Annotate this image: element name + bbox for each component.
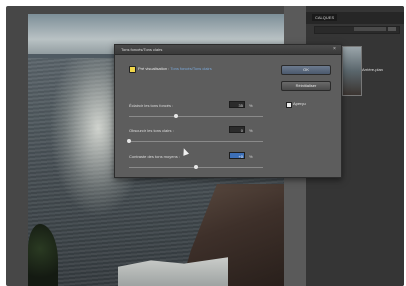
highlights-slider-knob[interactable] — [127, 139, 131, 143]
layer-name[interactable]: Arrière-plan — [362, 67, 383, 72]
shadows-highlights-dialog: Tons foncés/Tons clairs × Pré visualisat… — [114, 44, 342, 178]
preview-link[interactable]: Tons foncés/Tons clairs — [170, 66, 211, 71]
midtone-slider-track[interactable] — [129, 165, 263, 169]
tab-layers[interactable]: CALQUES — [312, 14, 338, 21]
dialog-title: Tons foncés/Tons clairs — [121, 47, 163, 52]
blend-mode-dropdown[interactable] — [354, 27, 386, 31]
shadows-label: Éclaircir les tons foncés : — [129, 103, 174, 108]
highlights-value-input[interactable]: 0 — [229, 126, 245, 133]
highlights-slider-track[interactable] — [127, 139, 263, 143]
preview-text: Pré visualisation : — [138, 66, 171, 71]
preview-toggle-checkbox[interactable] — [286, 102, 292, 108]
preview-toggle-label: Aperçu — [293, 101, 306, 106]
midtone-label: Contraste des tons moyens : — [129, 154, 180, 159]
shadows-slider-track[interactable] — [129, 114, 263, 118]
ok-button[interactable]: OK — [281, 65, 331, 75]
close-icon[interactable]: × — [332, 47, 337, 52]
preview-checkbox[interactable] — [129, 66, 136, 73]
midtone-unit: % — [249, 154, 253, 159]
highlights-unit: % — [249, 128, 253, 133]
preview-label: Pré visualisation : Tons foncés/Tons cla… — [138, 66, 212, 71]
opacity-button[interactable] — [388, 27, 396, 31]
shadows-unit: % — [249, 103, 253, 108]
reset-button[interactable]: Réinitialiser — [281, 81, 331, 91]
midtone-slider-knob[interactable] — [194, 165, 198, 169]
highlights-label: Obscurcir les tons clairs : — [129, 128, 174, 133]
dialog-titlebar[interactable]: Tons foncés/Tons clairs × — [115, 45, 341, 55]
layer-thumbnail[interactable] — [342, 46, 362, 96]
shadows-value-input[interactable]: 35 — [229, 101, 245, 108]
midtone-value-input[interactable]: +0 — [229, 152, 245, 159]
application-window: CALQUES Arrière-plan Tons foncés/Tons cl… — [6, 6, 404, 286]
shadows-slider-knob[interactable] — [173, 114, 178, 118]
